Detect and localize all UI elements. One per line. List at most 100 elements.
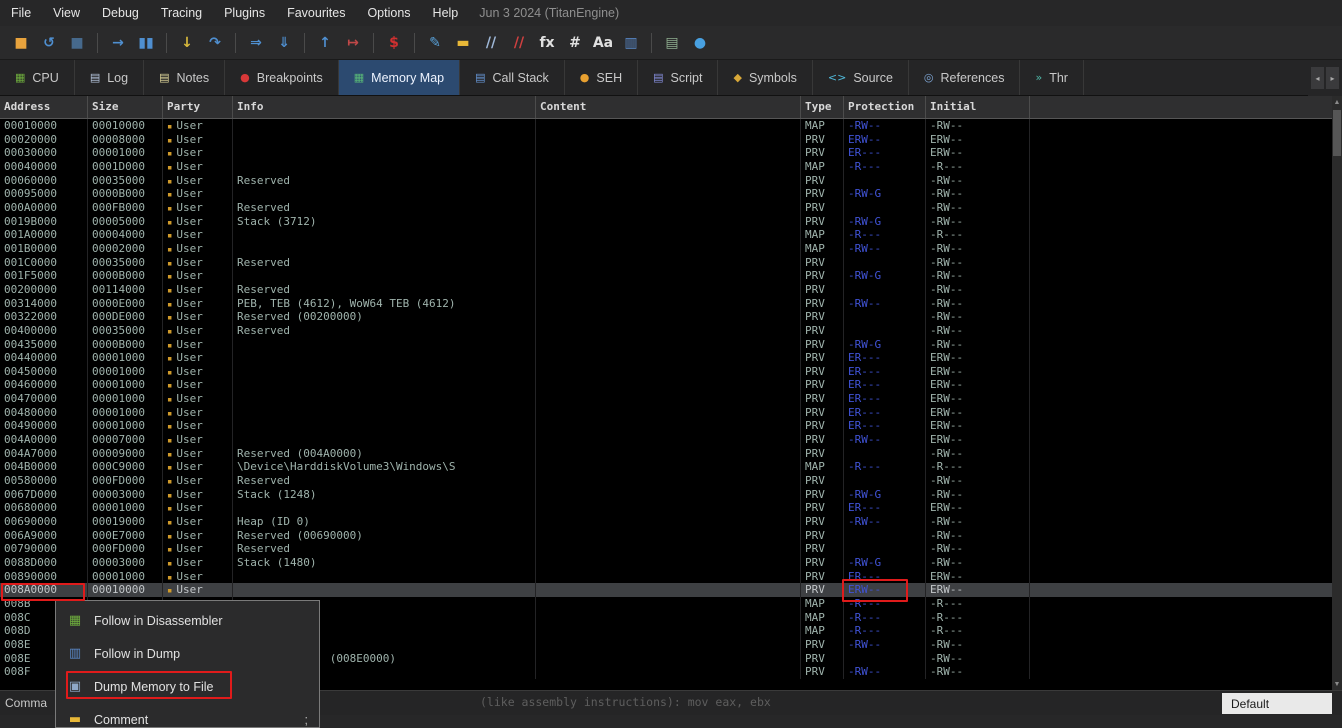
follow-in-dump-icon: ▥ <box>67 646 83 661</box>
memory-row-004b0000[interactable]: 004B0000000C9000▪User\Device\HarddiskVol… <box>0 460 1332 474</box>
memory-row-00040000[interactable]: 000400000001D000▪UserMAP-R----R--- <box>0 160 1332 174</box>
patch-icon[interactable]: ✎ <box>422 30 448 56</box>
hash-icon[interactable]: # <box>562 30 588 56</box>
scrollbar-down-icon[interactable]: ▼ <box>1332 678 1342 690</box>
user-party-icon: ▪ <box>167 422 172 432</box>
memory-row-004a7000[interactable]: 004A700000009000▪UserReserved (004A0000)… <box>0 447 1332 461</box>
memory-row-00060000[interactable]: 0006000000035000▪UserReservedPRV-RW-- <box>0 174 1332 188</box>
dollar-breakpoint-icon[interactable]: $ <box>381 30 407 56</box>
memory-row-001f5000[interactable]: 001F50000000B000▪UserPRV-RW-G-RW-- <box>0 269 1332 283</box>
column-header-content[interactable]: Content <box>536 96 801 118</box>
tab-memory-map[interactable]: ▦Memory Map <box>339 60 460 95</box>
memory-row-000a0000[interactable]: 000A0000000FB000▪UserReservedPRV-RW-- <box>0 201 1332 215</box>
memory-row-00095000[interactable]: 000950000000B000▪UserPRV-RW-G-RW-- <box>0 187 1332 201</box>
memory-row-00470000[interactable]: 0047000000001000▪UserPRVER---ERW-- <box>0 392 1332 406</box>
struct-icon[interactable]: ▥ <box>618 30 644 56</box>
context-menu-item-follow-in-disassembler[interactable]: ▦Follow in Disassembler <box>56 604 319 637</box>
trace-list-icon[interactable]: ▤ <box>659 30 685 56</box>
memory-row-00435000[interactable]: 004350000000B000▪UserPRV-RW-G-RW-- <box>0 338 1332 352</box>
column-header-address[interactable]: Address <box>0 96 88 118</box>
tab-breakpoints[interactable]: ●Breakpoints <box>225 60 339 95</box>
scrollbar-up-icon[interactable]: ▲ <box>1332 96 1342 108</box>
function-fx-icon[interactable]: fx <box>534 30 560 56</box>
style-profile-dropdown[interactable]: Default <box>1222 693 1332 714</box>
scrollbar-thumb[interactable] <box>1333 110 1341 156</box>
step-into-icon[interactable]: ↓ <box>174 30 200 56</box>
step-over-icon[interactable]: ↷ <box>202 30 228 56</box>
run-to-user-code-icon[interactable]: ⇓ <box>271 30 297 56</box>
pause-icon[interactable]: ▮▮ <box>133 30 159 56</box>
skip-next-icon[interactable]: ↦ <box>340 30 366 56</box>
memory-row-001b0000[interactable]: 001B000000002000▪UserMAP-RW---RW-- <box>0 242 1332 256</box>
step-out-icon[interactable]: ↑ <box>312 30 338 56</box>
memory-row-001c0000[interactable]: 001C000000035000▪UserReservedPRV-RW-- <box>0 256 1332 270</box>
memory-row-00480000[interactable]: 0048000000001000▪UserPRVER---ERW-- <box>0 406 1332 420</box>
label-slashes-icon[interactable]: // <box>478 30 504 56</box>
tab-source[interactable]: <>Source <box>813 60 909 95</box>
memory-row-00680000[interactable]: 0068000000001000▪UserPRVER---ERW-- <box>0 501 1332 515</box>
memory-row-001a0000[interactable]: 001A000000004000▪UserMAP-R----R--- <box>0 228 1332 242</box>
memory-row-00490000[interactable]: 0049000000001000▪UserPRVER---ERW-- <box>0 419 1332 433</box>
memory-row-00890000[interactable]: 0089000000001000▪UserPRVER---ERW-- <box>0 570 1332 584</box>
memory-row-00450000[interactable]: 0045000000001000▪UserPRVER---ERW-- <box>0 365 1332 379</box>
tab-cpu[interactable]: ▦CPU <box>0 60 75 95</box>
column-header-initial[interactable]: Initial <box>926 96 1030 118</box>
menu-item-debug[interactable]: Debug <box>91 0 150 26</box>
memory-row-00440000[interactable]: 0044000000001000▪UserPRVER---ERW-- <box>0 351 1332 365</box>
vertical-scrollbar[interactable]: ▲ ▼ <box>1332 96 1342 690</box>
memory-row-00400000[interactable]: 0040000000035000▪UserReservedPRV-RW-- <box>0 324 1332 338</box>
execute-till-return-icon[interactable]: ⇒ <box>243 30 269 56</box>
memory-row-00020000[interactable]: 0002000000008000▪UserPRVERW--ERW-- <box>0 133 1332 147</box>
memory-row-00690000[interactable]: 0069000000019000▪UserHeap (ID 0)PRV-RW--… <box>0 515 1332 529</box>
tab-symbols[interactable]: ◆Symbols <box>718 60 812 95</box>
tab-scroll-left-icon[interactable]: ◂ <box>1311 67 1324 89</box>
internet-globe-icon[interactable]: ● <box>687 30 713 56</box>
menu-item-view[interactable]: View <box>42 0 91 26</box>
memory-row-004a0000[interactable]: 004A000000007000▪UserPRV-RW--ERW-- <box>0 433 1332 447</box>
run-icon[interactable]: → <box>105 30 131 56</box>
open-file-icon[interactable]: ■ <box>8 30 34 56</box>
tab-thr[interactable]: »Thr <box>1020 60 1083 95</box>
column-header-party[interactable]: Party <box>163 96 233 118</box>
menu-item-options[interactable]: Options <box>356 0 421 26</box>
memory-row-00010000[interactable]: 0001000000010000▪UserMAP-RW---RW-- <box>0 119 1332 133</box>
tab-seh[interactable]: ●SEH <box>565 60 638 95</box>
menu-item-plugins[interactable]: Plugins <box>213 0 276 26</box>
text-encoding-icon[interactable]: Aa <box>590 30 616 56</box>
memory-row-00790000[interactable]: 00790000000FD000▪UserReservedPRV-RW-- <box>0 542 1332 556</box>
stop-icon[interactable]: ■ <box>64 30 90 56</box>
tab-scroll-right-icon[interactable]: ▸ <box>1326 67 1339 89</box>
memory-row-00200000[interactable]: 0020000000114000▪UserReservedPRV-RW-- <box>0 283 1332 297</box>
tab-call-stack[interactable]: ▤Call Stack <box>460 60 565 95</box>
memory-row-0067d000[interactable]: 0067D00000003000▪UserStack (1248)PRV-RW-… <box>0 488 1332 502</box>
column-header-size[interactable]: Size <box>88 96 163 118</box>
bookmark-slashes-icon[interactable]: // <box>506 30 532 56</box>
user-party-icon: ▪ <box>167 559 172 569</box>
memory-row-00580000[interactable]: 00580000000FD000▪UserReservedPRV-RW-- <box>0 474 1332 488</box>
context-menu-item-dump-memory-to-file[interactable]: ▣Dump Memory to File <box>56 670 319 703</box>
memory-row-006a9000[interactable]: 006A9000000E7000▪UserReserved (00690000)… <box>0 529 1332 543</box>
context-menu-item-follow-in-dump[interactable]: ▥Follow in Dump <box>56 637 319 670</box>
memory-row-0019b000[interactable]: 0019B00000005000▪UserStack (3712)PRV-RW-… <box>0 215 1332 229</box>
menu-item-help[interactable]: Help <box>422 0 470 26</box>
tab-log[interactable]: ▤Log <box>75 60 144 95</box>
memory-row-0088d000[interactable]: 0088D00000003000▪UserStack (1480)PRV-RW-… <box>0 556 1332 570</box>
memory-row-00460000[interactable]: 0046000000001000▪UserPRVER---ERW-- <box>0 378 1332 392</box>
tab-script[interactable]: ▤Script <box>638 60 718 95</box>
tab-references[interactable]: ◎References <box>909 60 1021 95</box>
column-header-protection[interactable]: Protection <box>844 96 926 118</box>
comment-bubble-icon[interactable]: ▬ <box>450 30 476 56</box>
memory-row-00322000[interactable]: 00322000000DE000▪UserReserved (00200000)… <box>0 310 1332 324</box>
tab-notes[interactable]: ▤Notes <box>144 60 225 95</box>
toolbar-separator <box>304 33 305 53</box>
restart-icon[interactable]: ↺ <box>36 30 62 56</box>
menu-item-tracing[interactable]: Tracing <box>150 0 213 26</box>
memory-row-00314000[interactable]: 003140000000E000▪UserPEB, TEB (4612), Wo… <box>0 297 1332 311</box>
context-menu-item-comment[interactable]: ▬Comment; <box>56 703 319 728</box>
memory-row-008a0000[interactable]: 008A000000010000▪UserPRVERW--ERW-- <box>0 583 1332 597</box>
column-header-type[interactable]: Type <box>801 96 844 118</box>
menu-item-favourites[interactable]: Favourites <box>276 0 356 26</box>
column-header-info[interactable]: Info <box>233 96 536 118</box>
menu-item-file[interactable]: File <box>0 0 42 26</box>
memory-row-00030000[interactable]: 0003000000001000▪UserPRVER---ERW-- <box>0 146 1332 160</box>
